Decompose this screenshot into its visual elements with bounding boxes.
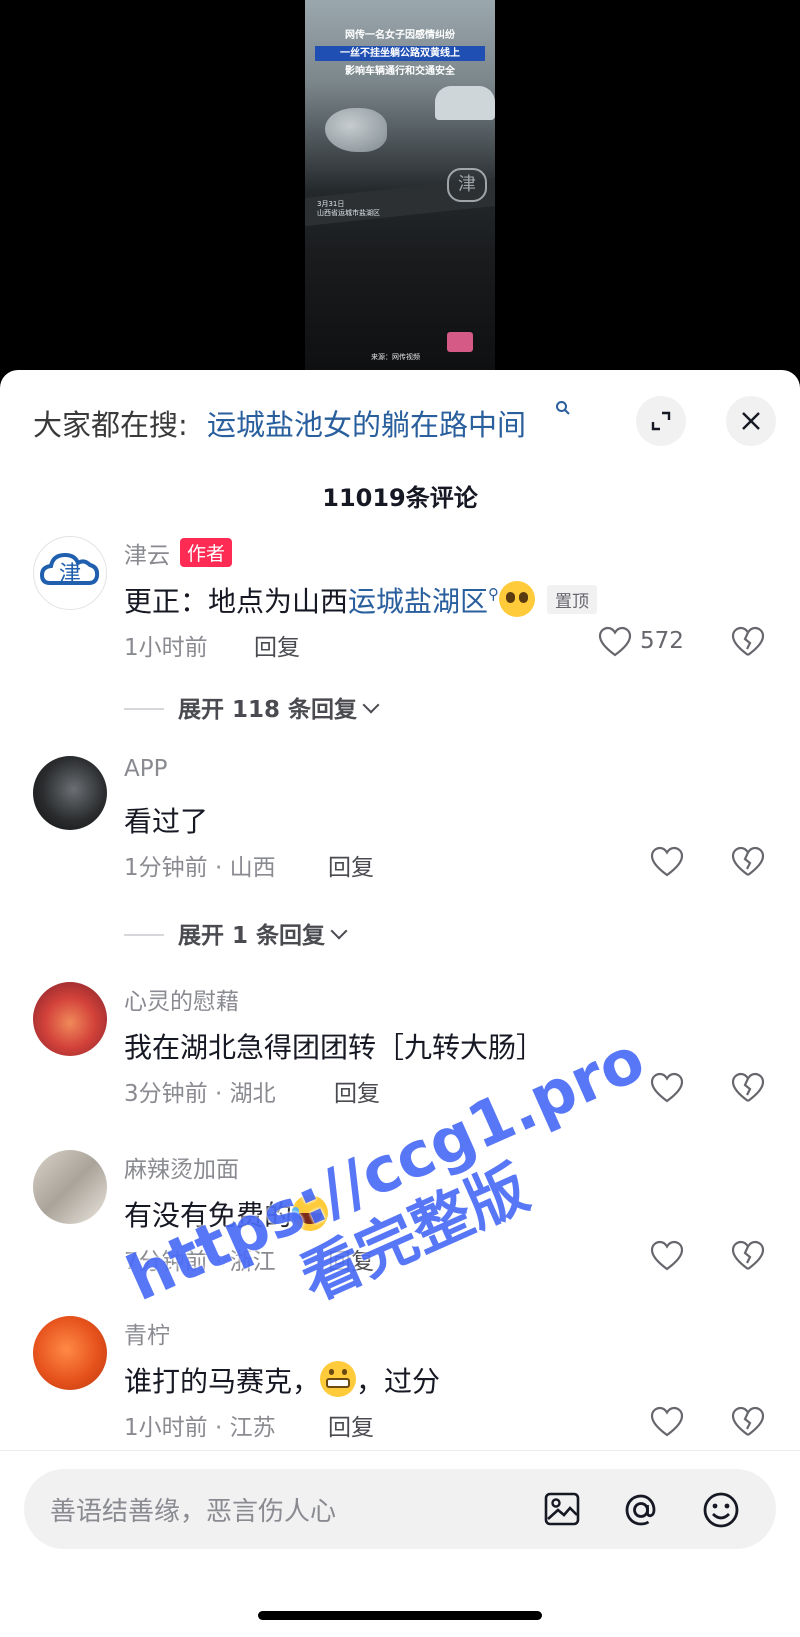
pinned-tag: 置顶 bbox=[547, 585, 598, 614]
car-graphic bbox=[435, 86, 495, 120]
video-location: 山西省运城市盐湖区 bbox=[317, 209, 380, 217]
broken-heart-icon[interactable] bbox=[731, 1240, 765, 1272]
heart-icon bbox=[650, 1406, 684, 1437]
reply-button[interactable]: 回复 bbox=[328, 1242, 374, 1276]
comment-text: 我在湖北急得团团转［九转大肠］ bbox=[124, 1031, 545, 1064]
comment-input-bar: 善语结善缘，恶言伤人心 bbox=[0, 1450, 800, 1637]
emoji-smile-icon[interactable] bbox=[700, 1489, 742, 1531]
close-icon bbox=[742, 412, 760, 430]
avatar[interactable]: 津 bbox=[33, 536, 107, 610]
broken-heart-icon[interactable] bbox=[731, 846, 765, 878]
expand-button[interactable] bbox=[636, 396, 686, 446]
avatar-glyph: 津 bbox=[59, 562, 81, 587]
username[interactable]: 心灵的慰藉 bbox=[124, 982, 239, 1016]
reply-button[interactable]: 回复 bbox=[328, 848, 374, 882]
trending-search-prefix: 大家都在搜: bbox=[33, 408, 188, 442]
avatar[interactable] bbox=[33, 756, 107, 830]
avatar[interactable] bbox=[33, 1316, 107, 1390]
comment-input[interactable]: 善语结善缘，恶言伤人心 bbox=[24, 1469, 776, 1549]
reply-button[interactable]: 回复 bbox=[328, 1408, 374, 1442]
close-button[interactable] bbox=[726, 396, 776, 446]
reply-button[interactable]: 回复 bbox=[254, 628, 300, 662]
chevron-down-icon bbox=[362, 696, 380, 714]
username[interactable]: 青柠 bbox=[124, 1316, 170, 1350]
divider-line bbox=[124, 934, 164, 936]
expand-icon bbox=[651, 411, 671, 431]
heart-icon bbox=[598, 626, 632, 657]
at-mention-icon[interactable] bbox=[620, 1489, 662, 1531]
broken-heart-icon[interactable] bbox=[731, 1406, 765, 1438]
author-badge: 作者 bbox=[180, 538, 233, 567]
comment-time: 1小时前 bbox=[124, 635, 208, 661]
comment-text: 有没有免费的 bbox=[124, 1194, 329, 1234]
username[interactable]: 津云 作者 bbox=[124, 536, 233, 570]
video-source: 来源：网传视频 bbox=[371, 353, 420, 361]
video-player[interactable]: 网传一名女子因感情纠纷 一丝不挂坐躺公路双黄线上 影响车辆通行和交通安全 津 3… bbox=[0, 0, 800, 370]
comment-text: 看过了 bbox=[124, 805, 209, 838]
video-date-location: 3月31日 山西省运城市盐湖区 bbox=[317, 200, 380, 218]
comment-text: 谁打的马赛克， ，过分 bbox=[124, 1360, 440, 1400]
comment-count: 11019条评论 bbox=[322, 484, 478, 512]
expand-replies-label: 展开 1 条回复 bbox=[178, 923, 326, 949]
side-mirror-graphic bbox=[325, 108, 387, 152]
reply-button[interactable]: 回复 bbox=[334, 1074, 380, 1108]
divider-line bbox=[124, 708, 164, 710]
comment-link[interactable]: 运城盐湖区 bbox=[348, 585, 488, 618]
broken-heart-icon[interactable] bbox=[731, 1072, 765, 1104]
pleading-face-emoji bbox=[499, 581, 536, 617]
comment-text-suffix: ，过分 bbox=[356, 1365, 441, 1398]
comment-time: 7分钟前 · 浙江 bbox=[124, 1249, 276, 1275]
comment-sheet: 大家都在搜: 运城盐池女的躺在路中间 11019条评论 津 津云 作者 更正：地点… bbox=[0, 370, 800, 1636]
video-logo: 津 bbox=[447, 168, 487, 202]
chevron-down-icon bbox=[330, 922, 348, 940]
expand-replies-button[interactable]: 展开 118 条回复 bbox=[124, 690, 380, 724]
comment-text-body: 有没有免费的 bbox=[124, 1199, 293, 1232]
comment-time: 1小时前 · 江苏 bbox=[124, 1415, 276, 1441]
username[interactable]: 麻辣烫加面 bbox=[124, 1150, 239, 1184]
rolling-laughing-emoji bbox=[292, 1195, 329, 1231]
image-icon[interactable] bbox=[542, 1489, 582, 1529]
comment-time: 1分钟前 · 山西 bbox=[124, 855, 276, 881]
broken-heart-icon[interactable] bbox=[731, 626, 765, 658]
comment-text-prefix: 更正：地点为山西 bbox=[124, 585, 349, 618]
video-frame[interactable]: 网传一名女子因感情纠纷 一丝不挂坐躺公路双黄线上 影响车辆通行和交通安全 津 3… bbox=[305, 0, 495, 370]
magnifier-icon: ⚲ bbox=[488, 585, 500, 603]
expand-replies-label: 展开 118 条回复 bbox=[178, 697, 358, 723]
heart-icon bbox=[650, 846, 684, 877]
video-caption-line1: 网传一名女子因感情纠纷 bbox=[345, 30, 455, 41]
like-count: 572 bbox=[640, 628, 684, 654]
comment-text: 更正：地点为山西运城盐湖区⚲ 置顶 bbox=[124, 580, 598, 620]
heart-icon bbox=[650, 1240, 684, 1271]
avatar[interactable] bbox=[33, 1150, 107, 1224]
comment-text-prefix: 谁打的马赛克， bbox=[124, 1365, 321, 1398]
expand-replies-button[interactable]: 展开 1 条回复 bbox=[124, 916, 348, 950]
comment-time: 3分钟前 · 湖北 bbox=[124, 1081, 276, 1107]
magnifier-icon bbox=[555, 400, 571, 420]
comment-input-placeholder: 善语结善缘，恶言伤人心 bbox=[50, 1497, 337, 1527]
video-caption-line3: 影响车辆通行和交通安全 bbox=[345, 66, 455, 77]
pink-object-graphic bbox=[447, 332, 473, 352]
username-text[interactable]: 津云 bbox=[124, 543, 170, 569]
jinyun-logo-icon: 津 bbox=[39, 552, 100, 587]
heart-icon bbox=[650, 1072, 684, 1103]
home-indicator[interactable] bbox=[258, 1611, 542, 1620]
video-date: 3月31日 bbox=[317, 200, 345, 208]
video-caption-line2: 一丝不挂坐躺公路双黄线上 bbox=[315, 46, 485, 61]
avatar[interactable] bbox=[33, 982, 107, 1056]
trending-search-term[interactable]: 运城盐池女的躺在路中间 bbox=[207, 402, 526, 444]
grinning-face-emoji bbox=[320, 1361, 357, 1397]
trending-search-row[interactable]: 大家都在搜: 运城盐池女的躺在路中间 bbox=[0, 370, 800, 470]
username[interactable]: APP bbox=[124, 756, 167, 782]
